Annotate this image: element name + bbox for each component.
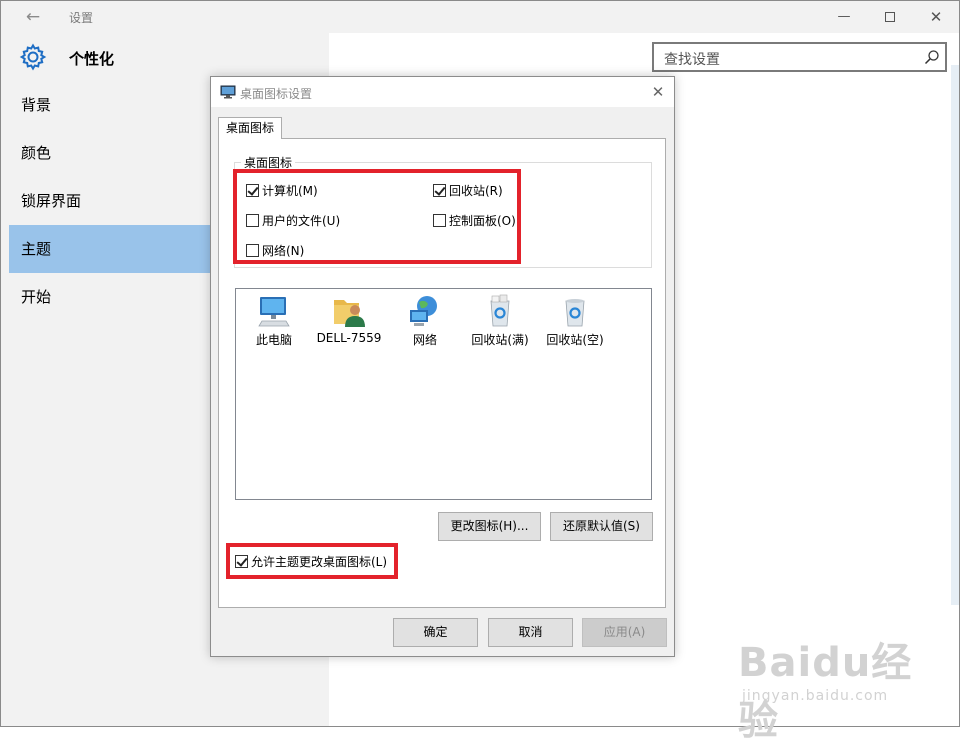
icon-item-this-pc[interactable]: 此电脑 (237, 293, 311, 348)
icon-label: 网络 (412, 333, 437, 347)
close-icon: ✕ (929, 8, 943, 26)
desktop-icon-settings-dialog: 桌面图标设置 ✕ 桌面图标 桌面图标 计算机(M) 回收站(R) 用户的文件(U… (210, 76, 675, 657)
sidebar-item-label: 主题 (21, 240, 52, 258)
title-bar: ← 设置 — ✕ (1, 1, 959, 33)
back-button[interactable]: ← (19, 5, 47, 29)
control-panel-checkbox[interactable]: 控制面板(O) (433, 213, 516, 229)
maximize-button[interactable] (867, 1, 913, 33)
section-title: 个性化 (69, 50, 115, 68)
sidebar-item-label: 锁屏界面 (21, 192, 82, 210)
content-scroll-edge (951, 65, 959, 605)
checkbox-checked-icon (235, 555, 248, 568)
dialog-close-button[interactable]: ✕ (643, 80, 673, 104)
dialog-title: 桌面图标设置 (240, 87, 313, 101)
user-files-checkbox[interactable]: 用户的文件(U) (246, 213, 340, 229)
checkbox-label: 回收站(R) (449, 184, 503, 198)
recycle-bin-checkbox[interactable]: 回收站(R) (433, 183, 503, 199)
icon-list: 此电脑 DELL-7559 网络 回收站(满) 回收站(空) (235, 288, 652, 500)
checkbox-unchecked-icon (246, 244, 259, 257)
computer-icon (258, 297, 290, 327)
sidebar-item-label: 开始 (21, 288, 52, 306)
gear-icon (19, 43, 47, 71)
search-placeholder: 查找设置 (664, 52, 720, 68)
apply-button[interactable]: 应用(A) (582, 618, 667, 647)
search-input[interactable]: 查找设置 (652, 42, 947, 72)
ok-button[interactable]: 确定 (393, 618, 478, 647)
allow-theme-change-checkbox[interactable]: 允许主题更改桌面图标(L) (235, 554, 387, 570)
recycle-bin-full-icon (490, 294, 510, 327)
minimize-icon: — (837, 9, 851, 24)
tab-panel: 桌面图标 计算机(M) 回收站(R) 用户的文件(U) 控制面板(O) 网络(N… (218, 138, 666, 608)
checkbox-label: 用户的文件(U) (262, 214, 341, 228)
close-icon: ✕ (651, 83, 665, 101)
network-checkbox[interactable]: 网络(N) (246, 243, 304, 259)
recycle-bin-empty-icon (565, 299, 585, 327)
restore-default-button[interactable]: 还原默认值(S) (550, 512, 653, 541)
search-icon[interactable] (924, 49, 940, 65)
window-title: 设置 (69, 11, 94, 25)
change-icon-button[interactable]: 更改图标(H)... (438, 512, 541, 541)
icon-item-user-files[interactable]: DELL-7559 (312, 293, 386, 345)
user-folder-icon (334, 300, 365, 327)
checkbox-label: 网络(N) (262, 244, 305, 258)
dialog-title-bar: 桌面图标设置 ✕ (211, 77, 674, 107)
network-globe-icon (410, 296, 437, 326)
minimize-button[interactable]: — (821, 1, 867, 33)
sidebar-item-label: 颜色 (21, 144, 52, 162)
icon-label: DELL-7559 (316, 331, 382, 345)
checkbox-label: 控制面板(O) (449, 214, 516, 228)
cancel-button[interactable]: 取消 (488, 618, 573, 647)
baidu-watermark: Baidu经验 jingyan.baidu.com (738, 630, 938, 744)
desktop-settings-icon (220, 85, 236, 99)
checkbox-label: 允许主题更改桌面图标(L) (251, 555, 388, 569)
icon-label: 回收站(满) (471, 333, 529, 347)
groupbox-label: 桌面图标 (241, 154, 296, 171)
watermark-url: jingyan.baidu.com (742, 688, 889, 704)
sidebar-item-label: 背景 (21, 96, 52, 114)
maximize-icon (885, 11, 895, 22)
back-arrow-icon: ← (25, 7, 41, 27)
close-button[interactable]: ✕ (913, 1, 959, 33)
computer-checkbox[interactable]: 计算机(M) (246, 183, 318, 199)
icon-item-recycle-bin-empty[interactable]: 回收站(空) (538, 293, 612, 348)
checkbox-unchecked-icon (433, 214, 446, 227)
tab-desktop-icons[interactable]: 桌面图标 (218, 117, 282, 139)
checkbox-label: 计算机(M) (262, 184, 318, 198)
checkbox-checked-icon (246, 184, 259, 197)
checkbox-checked-icon (433, 184, 446, 197)
icon-item-recycle-bin-full[interactable]: 回收站(满) (463, 293, 537, 348)
icon-label: 此电脑 (255, 333, 292, 347)
icon-label: 回收站(空) (546, 333, 604, 347)
icon-item-network[interactable]: 网络 (388, 293, 462, 348)
checkbox-unchecked-icon (246, 214, 259, 227)
